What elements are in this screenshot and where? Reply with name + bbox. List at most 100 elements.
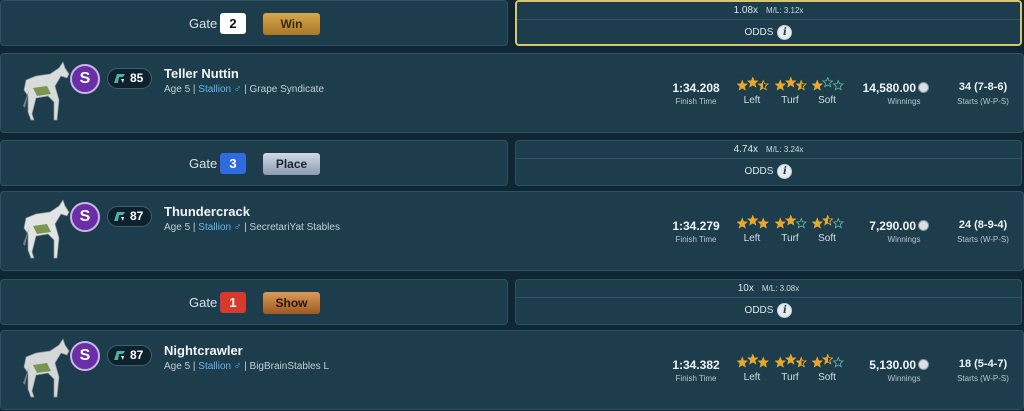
star-icon	[832, 79, 844, 91]
star-icon	[784, 77, 797, 88]
star-icon	[784, 215, 797, 226]
horse-name[interactable]: Teller Nuttin	[164, 66, 239, 81]
horse-name[interactable]: Nightcrawler	[164, 343, 243, 358]
odds-label: ODDS	[744, 166, 774, 178]
horse-stable[interactable]: BigBrainStables L	[250, 361, 330, 372]
star-icon	[757, 217, 769, 229]
horse-sex: Stallion ♂	[198, 84, 242, 95]
left-rating-stars	[737, 77, 769, 91]
soft-rating-stars	[812, 77, 844, 91]
finish-time-label: Finish Time	[675, 235, 717, 244]
soft-label: Soft	[818, 95, 836, 106]
star-icon	[746, 215, 759, 226]
horse-icon	[23, 199, 70, 259]
gate-label: Gate	[189, 156, 218, 171]
show-button[interactable]: Show	[263, 292, 320, 314]
star-icon	[737, 356, 749, 368]
gate-row: Gate 3 Place 4.74x M/L: 3.24x ODDS i	[0, 140, 1024, 186]
starts-value: 34 (7-8-6)	[958, 81, 1008, 93]
s-class-badge: S	[70, 64, 100, 94]
rating-pill: 87	[107, 206, 152, 227]
winnings-amount: 5,130.00	[869, 358, 916, 372]
starts-label: Starts (W-P-S)	[957, 374, 1009, 383]
star-icon	[757, 356, 769, 368]
soft-rating-stars	[812, 215, 844, 229]
horse-row[interactable]: S 87 Nightcrawler Age 5 | Stallion ♂ | B…	[0, 330, 1024, 410]
turf-label: Turf	[781, 372, 799, 383]
rating-pill: 85	[107, 68, 152, 89]
info-icon[interactable]: i	[777, 25, 793, 40]
rating-pill: 87	[107, 345, 152, 366]
winnings-label: Winnings	[887, 97, 921, 106]
star-icon	[821, 77, 834, 88]
horse-stable[interactable]: SecretariYat Stables	[250, 222, 340, 233]
winnings-amount: 14,580.00	[862, 81, 916, 95]
horse-name[interactable]: Thundercrack	[164, 204, 250, 219]
rating-icon	[114, 212, 125, 221]
coin-icon	[918, 359, 929, 370]
gate-row: Gate 2 Win 1.08x M/L: 3.12x ODDS i	[0, 0, 1024, 46]
odds-multiplier: 4.74x	[733, 144, 759, 155]
info-icon[interactable]: i	[777, 303, 793, 318]
odds-label: ODDS	[744, 305, 774, 317]
horse-details: Age 5 | Stallion ♂ | Grape Syndicate	[164, 84, 325, 95]
starts-label: Starts (W-P-S)	[957, 97, 1009, 106]
race-results-page: Gate 2 Win 1.08x M/L: 3.12x ODDS i S 85 Te…	[0, 0, 1024, 411]
horse-sex: Stallion ♂	[198, 361, 242, 372]
horse-row[interactable]: S 87 Thundercrack Age 5 | Stallion ♂ | S…	[0, 191, 1024, 271]
info-icon[interactable]: i	[777, 164, 793, 179]
horse-age: Age 5	[164, 361, 191, 372]
turf-rating-stars	[775, 215, 807, 229]
star-icon	[775, 356, 787, 368]
winnings-value: 14,580.00	[849, 81, 929, 95]
gate-row: Gate 1 Show 10x M/L: 3.08x ODDS i	[0, 279, 1024, 325]
divider	[516, 297, 1021, 298]
win-button[interactable]: Win	[263, 13, 320, 35]
star-icon	[812, 217, 824, 229]
star-icon	[737, 217, 749, 229]
star-icon	[746, 354, 759, 365]
odds-panel[interactable]: 4.74x M/L: 3.24x ODDS i	[515, 140, 1022, 186]
divider	[516, 158, 1021, 159]
gate-label: Gate	[189, 295, 218, 310]
turf-label: Turf	[781, 233, 799, 244]
star-icon	[832, 356, 844, 368]
odds-multiplier: 1.08x	[733, 5, 759, 16]
rating-value: 85	[130, 71, 144, 85]
rating-value: 87	[130, 348, 144, 362]
rating-icon	[114, 351, 125, 360]
horse-age: Age 5	[164, 84, 191, 95]
morning-line: M/L: 3.24x	[766, 145, 804, 154]
gate-panel: Gate 3 Place	[0, 140, 508, 186]
left-rating-stars	[737, 215, 769, 229]
star-icon	[775, 79, 787, 91]
coin-icon	[918, 82, 929, 93]
winnings-label: Winnings	[887, 374, 921, 383]
winnings-value: 7,290.00	[849, 219, 929, 233]
odds-multiplier: 10x	[737, 283, 754, 294]
odds-panel-selected[interactable]: 1.08x M/L: 3.12x ODDS i	[515, 0, 1022, 46]
star-icon	[812, 79, 824, 91]
gate-panel: Gate 2 Win	[0, 0, 508, 46]
odds-label: ODDS	[744, 27, 774, 39]
horse-age: Age 5	[164, 222, 191, 233]
turf-rating-stars	[775, 354, 807, 368]
turf-rating-stars	[775, 77, 807, 91]
star-icon	[795, 356, 807, 368]
starts-value: 18 (5-4-7)	[958, 358, 1008, 370]
divider	[517, 19, 1020, 20]
horse-sex: Stallion ♂	[198, 222, 242, 233]
star-icon	[795, 217, 807, 229]
starts-value: 24 (8-9-4)	[958, 219, 1008, 231]
place-button[interactable]: Place	[263, 153, 320, 175]
star-icon	[821, 354, 834, 365]
soft-rating-stars	[812, 354, 844, 368]
gate-label: Gate	[189, 16, 218, 31]
morning-line: M/L: 3.08x	[761, 284, 800, 293]
horse-stable[interactable]: Grape Syndicate	[250, 84, 325, 95]
s-class-badge: S	[70, 202, 100, 232]
horse-icon	[23, 338, 70, 398]
horse-row[interactable]: S 85 Teller Nuttin Age 5 | Stallion ♂ | …	[0, 53, 1024, 133]
odds-panel[interactable]: 10x M/L: 3.08x ODDS i	[515, 279, 1022, 325]
starts-label: Starts (W-P-S)	[957, 235, 1009, 244]
